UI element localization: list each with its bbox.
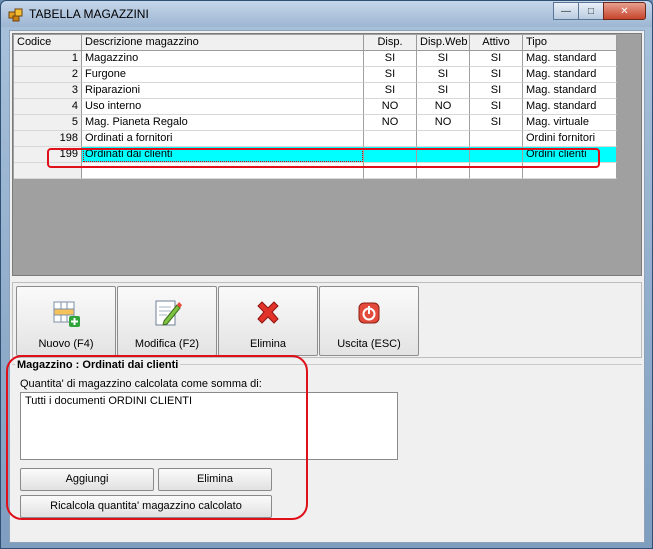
cell-disp — [364, 147, 417, 163]
cell-disp: SI — [364, 67, 417, 83]
detail-title: Magazzino : Ordinati dai clienti — [15, 359, 181, 371]
cell-disp: NO — [364, 115, 417, 131]
cell-code: 199 — [14, 147, 82, 163]
cell-description: Ordinati a fornitori — [82, 131, 364, 147]
cell-active: SI — [470, 99, 523, 115]
minimize-icon[interactable]: — — [553, 2, 579, 20]
uscita-label: Uscita (ESC) — [337, 338, 401, 350]
cell-type — [523, 163, 617, 179]
app-window: TABELLA MAGAZZINI — □ ✕ Codice Descrizio… — [0, 0, 653, 549]
nuovo-label: Nuovo (F4) — [38, 338, 94, 350]
cell-type: Mag. standard — [523, 67, 617, 83]
edit-pencil-icon — [155, 300, 182, 326]
cell-type: Ordini clienti — [523, 147, 617, 163]
column-header[interactable]: Descrizione magazzino — [82, 35, 364, 51]
list-item[interactable]: Tutti i documenti ORDINI CLIENTI — [25, 395, 192, 407]
cell-disp: NO — [364, 99, 417, 115]
cell-code: 4 — [14, 99, 82, 115]
cell-disp: SI — [364, 83, 417, 99]
cell-disp — [364, 163, 417, 179]
nuovo-button[interactable]: Nuovo (F4) — [16, 286, 116, 356]
cell-active — [470, 131, 523, 147]
column-header[interactable]: Codice — [14, 35, 82, 51]
cell-disp-web: SI — [417, 67, 470, 83]
close-icon[interactable]: ✕ — [603, 2, 646, 20]
calculated-documents-list[interactable]: Tutti i documenti ORDINI CLIENTI — [20, 392, 398, 460]
cell-type: Mag. standard — [523, 99, 617, 115]
cell-description: Uso interno — [82, 99, 364, 115]
cell-disp-web — [417, 147, 470, 163]
ricalcola-button[interactable]: Ricalcola quantita' magazzino calcolato — [20, 495, 272, 518]
warehouse-grid[interactable]: Codice Descrizione magazzino Disp. Disp.… — [14, 35, 617, 179]
table-row[interactable]: 2 Furgone SI SI SI Mag. standard — [14, 67, 617, 83]
cell-type: Mag. standard — [523, 83, 617, 99]
window-controls: — □ ✕ — [553, 2, 646, 20]
cell-disp-web: NO — [417, 99, 470, 115]
cell-description — [82, 163, 364, 179]
red-x-delete-icon — [257, 301, 279, 324]
cell-active: SI — [470, 67, 523, 83]
grid-header: Codice Descrizione magazzino Disp. Disp.… — [14, 35, 617, 51]
table-row-selected[interactable]: 199 Ordinati dai clienti Ordini clienti — [14, 147, 617, 163]
elimina-toolbar-label: Elimina — [249, 338, 287, 350]
uscita-button[interactable]: Uscita (ESC) — [319, 286, 419, 356]
title-bar[interactable]: TABELLA MAGAZZINI — □ ✕ — [1, 1, 652, 27]
cell-active — [470, 147, 523, 163]
modifica-label: Modifica (F2) — [134, 338, 200, 350]
cell-disp-web — [417, 163, 470, 179]
client-area: Codice Descrizione magazzino Disp. Disp.… — [6, 30, 645, 543]
grid-add-icon — [53, 301, 80, 327]
cell-code: 3 — [14, 83, 82, 99]
toolbar: Nuovo (F4) Modifica (F2) Elimina Uscita … — [12, 282, 642, 358]
cell-description: Riparazioni — [82, 83, 364, 99]
table-row[interactable]: 1 Magazzino SI SI SI Mag. standard — [14, 51, 617, 67]
table-row[interactable]: 198 Ordinati a fornitori Ordini fornitor… — [14, 131, 617, 147]
cell-type: Mag. standard — [523, 51, 617, 67]
app-icon — [8, 8, 23, 22]
table-row-empty[interactable] — [14, 163, 617, 179]
column-header[interactable]: Attivo — [470, 35, 523, 51]
modifica-button[interactable]: Modifica (F2) — [117, 286, 217, 356]
cell-active: SI — [470, 83, 523, 99]
cell-description: Mag. Pianeta Regalo — [82, 115, 364, 131]
cell-disp — [364, 131, 417, 147]
detail-group: Magazzino : Ordinati dai clienti Quantit… — [6, 355, 642, 541]
cell-description: Furgone — [82, 67, 364, 83]
detail-subtitle: Quantita' di magazzino calcolata come so… — [20, 378, 262, 390]
table-row[interactable]: 5 Mag. Pianeta Regalo NO NO SI Mag. virt… — [14, 115, 617, 131]
focus-rectangle — [83, 148, 363, 162]
cell-disp-web: SI — [417, 51, 470, 67]
column-header[interactable]: Tipo — [523, 35, 617, 51]
window-title: TABELLA MAGAZZINI — [29, 7, 149, 21]
table-row[interactable]: 4 Uso interno NO NO SI Mag. standard — [14, 99, 617, 115]
cell-disp: SI — [364, 51, 417, 67]
cell-type: Ordini fornitori — [523, 131, 617, 147]
column-header[interactable]: Disp.Web — [417, 35, 470, 51]
cell-code: 1 — [14, 51, 82, 67]
warehouse-grid-panel: Codice Descrizione magazzino Disp. Disp.… — [12, 33, 642, 276]
cell-active: SI — [470, 115, 523, 131]
cell-disp-web: SI — [417, 83, 470, 99]
power-exit-icon — [358, 302, 380, 324]
cell-active: SI — [470, 51, 523, 67]
cell-disp-web — [417, 131, 470, 147]
cell-active — [470, 163, 523, 179]
cell-code — [14, 163, 82, 179]
aggiungi-button[interactable]: Aggiungi — [20, 468, 154, 491]
cell-disp-web: NO — [417, 115, 470, 131]
cell-type: Mag. virtuale — [523, 115, 617, 131]
maximize-icon[interactable]: □ — [578, 2, 604, 20]
elimina-document-button[interactable]: Elimina — [158, 468, 272, 491]
cell-code: 198 — [14, 131, 82, 147]
table-row[interactable]: 3 Riparazioni SI SI SI Mag. standard — [14, 83, 617, 99]
cell-code: 2 — [14, 67, 82, 83]
column-header[interactable]: Disp. — [364, 35, 417, 51]
elimina-toolbar-button[interactable]: Elimina — [218, 286, 318, 356]
cell-code: 5 — [14, 115, 82, 131]
cell-description: Magazzino — [82, 51, 364, 67]
